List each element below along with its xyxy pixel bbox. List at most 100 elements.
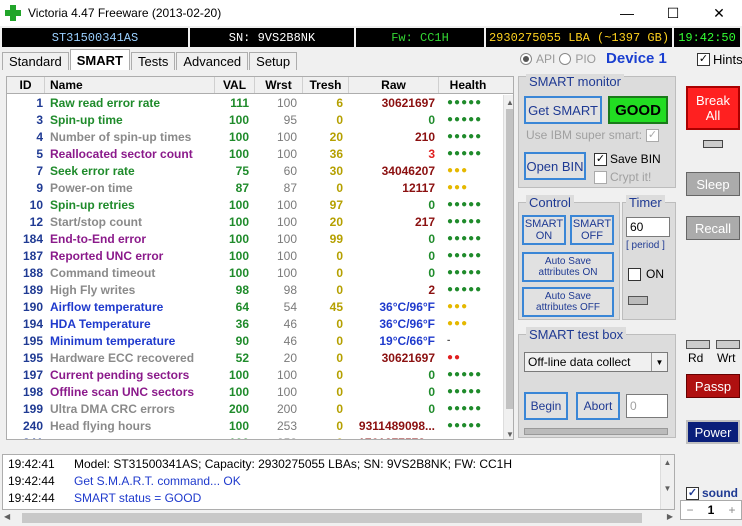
table-row[interactable]: 241...10025301761277573...●●●●●	[7, 434, 513, 440]
tab-tests[interactable]: Tests	[130, 52, 176, 70]
table-row[interactable]: 12 Start/stop count 100 100 20 217 ●●●●●	[7, 213, 513, 230]
col-tresh[interactable]: Tresh	[303, 77, 349, 93]
attr-health: ●●●●●	[447, 131, 483, 142]
scroll-down-icon[interactable]: ▼	[504, 427, 513, 439]
open-bin-button[interactable]: Open BIN	[524, 152, 586, 180]
power-button[interactable]: Power	[686, 420, 740, 444]
log-scrollbar[interactable]: ▲ ▼	[660, 455, 674, 509]
tab-standard[interactable]: Standard	[2, 52, 69, 70]
drive-info-bar: ST31500341AS SN: 9VS2B8NK Fw: CC1H 29302…	[0, 28, 742, 47]
smart-status-badge: GOOD	[608, 96, 668, 124]
test-type-select[interactable]: Off-line data collect ▼	[524, 352, 668, 372]
table-row[interactable]: 194 HDA Temperature 36 46 0 36°C/96°F ●●●	[7, 315, 513, 332]
save-bin-option[interactable]: ✓ Save BIN	[594, 152, 661, 166]
test-progress-input[interactable]: 0	[626, 394, 668, 418]
attr-raw: 0	[428, 367, 435, 382]
auto-save-on-button[interactable]: Auto Save attributes ON	[522, 252, 614, 282]
maximize-icon: ☐	[666, 4, 680, 21]
rd-indicator	[686, 340, 710, 349]
col-raw[interactable]: Raw	[349, 77, 439, 93]
attr-wrst: 100	[276, 384, 297, 399]
table-row[interactable]: 3 Spin-up time 100 95 0 0 ●●●●●	[7, 111, 513, 128]
scroll-left-icon[interactable]: ◀	[4, 512, 10, 521]
sound-volume-stepper[interactable]: − 1 +	[680, 500, 742, 520]
auto-save-off-button[interactable]: Auto Save attributes OFF	[522, 287, 614, 317]
device-label[interactable]: Device 1	[606, 50, 667, 67]
break-all-button[interactable]: Break All	[686, 86, 740, 130]
tab-advanced[interactable]: Advanced	[176, 52, 249, 70]
timer-on-option[interactable]: ON	[628, 267, 664, 281]
table-row[interactable]: 5 Reallocated sector count 100 100 36 3 ●●●●●	[7, 145, 513, 162]
chevron-down-icon[interactable]: ▼	[651, 353, 667, 371]
firmware-display: Fw: CC1H	[356, 28, 484, 47]
lba-display: 2930275055 LBA (~1397 GB)	[486, 28, 672, 47]
use-ibm-checkbox[interactable]: ✓	[646, 128, 660, 142]
sleep-button[interactable]: Sleep	[686, 172, 740, 196]
save-bin-checkbox[interactable]: ✓	[594, 152, 607, 166]
scroll-thumb[interactable]	[506, 109, 513, 409]
api-radio[interactable]	[520, 52, 532, 65]
col-wrst[interactable]: Wrst	[255, 77, 303, 93]
attr-tresh: 0	[336, 384, 343, 399]
save-bin-label: Save BIN	[610, 152, 661, 166]
close-button[interactable]: ✕	[696, 0, 742, 26]
table-row[interactable]: 195 Hardware ECC recovered 52 20 0 30621697 ●●	[7, 349, 513, 366]
get-smart-button[interactable]: Get SMART	[524, 96, 602, 124]
table-row[interactable]: 240 Head flying hours 100 253 0 9311489098...…	[7, 417, 513, 434]
table-row[interactable]: 10 Spin-up retries 100 100 97 0 ●●●●●	[7, 196, 513, 213]
table-row[interactable]: 1 Raw read error rate 111 100 6 30621697 ●●●●●	[7, 94, 513, 111]
recall-button[interactable]: Recall	[686, 216, 740, 240]
timer-on-checkbox[interactable]	[628, 267, 641, 281]
table-row[interactable]: 195 Minimum temperature 90 46 0 19°C/66°F -	[7, 332, 513, 349]
col-val[interactable]: VAL	[215, 77, 255, 93]
hints-toggle[interactable]: ✓ Hints	[697, 52, 742, 67]
hints-checkbox[interactable]: ✓	[697, 53, 710, 66]
col-health[interactable]: Health	[439, 77, 497, 93]
table-row[interactable]: 7 Seek error rate 75 60 30 34046207 ●●●	[7, 162, 513, 179]
tab-setup[interactable]: Setup	[249, 52, 298, 70]
pio-radio[interactable]	[559, 52, 572, 65]
col-name[interactable]: Name	[45, 77, 215, 93]
smart-on-button[interactable]: SMART ON	[522, 215, 566, 245]
abort-button[interactable]: Abort	[576, 392, 620, 420]
table-row[interactable]: 187 Reported UNC error 100 100 0 0 ●●●●●	[7, 247, 513, 264]
table-row[interactable]: 190 Airflow temperature 64 54 45 36°C/96°F ●●●	[7, 298, 513, 315]
table-row[interactable]: 199 Ultra DMA CRC errors 200 200 0 0 ●●●●●	[7, 400, 513, 417]
attr-val: 36	[235, 316, 249, 331]
log-scroll-down-icon[interactable]: ▼	[661, 481, 674, 495]
smart-off-button[interactable]: SMART OFF	[570, 215, 614, 245]
scroll-right-icon[interactable]: ▶	[667, 512, 673, 521]
log-scroll-up-icon[interactable]: ▲	[661, 455, 674, 469]
minimize-button[interactable]: —	[604, 0, 650, 26]
table-row[interactable]: 189 High Fly writes 98 98 0 2 ●●●●●	[7, 281, 513, 298]
table-scrollbar[interactable]: ▲ ▼	[503, 95, 513, 439]
passp-button[interactable]: Passp	[686, 374, 740, 398]
maximize-button[interactable]: ☐	[650, 0, 696, 26]
table-row[interactable]: 197 Current pending sectors 100 100 0 0 ●●●●●	[7, 366, 513, 383]
attr-wrst: 100	[276, 197, 297, 212]
table-row[interactable]: 188 Command timeout 100 100 0 0 ●●●●●	[7, 264, 513, 281]
table-row[interactable]: 9 Power-on time 87 87 0 12117 ●●●	[7, 179, 513, 196]
plus-icon[interactable]: +	[723, 501, 741, 519]
minus-icon[interactable]: −	[681, 501, 699, 519]
attr-wrst: 87	[283, 180, 297, 195]
table-row[interactable]: 198 Offline scan UNC sectors 100 100 0 0 ●●●●●	[7, 383, 513, 400]
log-horizontal-scrollbar[interactable]: ◀ ▶	[2, 510, 675, 526]
table-row[interactable]: 184 End-to-End error 100 100 99 0 ●●●●●	[7, 230, 513, 247]
timer-period-input[interactable]: 60	[626, 217, 670, 237]
table-row[interactable]: 4 Number of spin-up times 100 100 20 210 ●●●●●	[7, 128, 513, 145]
begin-button[interactable]: Begin	[524, 392, 568, 420]
crypt-checkbox[interactable]	[594, 170, 607, 184]
crypt-option[interactable]: Crypt it!	[594, 170, 651, 184]
scroll-up-icon[interactable]: ▲	[504, 95, 513, 109]
sound-option[interactable]: ✓ sound	[686, 486, 738, 500]
sound-checkbox[interactable]: ✓	[686, 486, 699, 500]
log-hscroll-thumb[interactable]	[22, 513, 642, 523]
attr-tresh: 0	[336, 112, 343, 127]
col-id[interactable]: ID	[7, 77, 45, 93]
attr-wrst: 46	[283, 333, 297, 348]
tab-smart[interactable]: SMART	[69, 49, 130, 70]
attr-raw: 0	[428, 384, 435, 399]
log-timestamp: 19:42:44	[8, 473, 55, 488]
attr-val: 52	[235, 350, 249, 365]
